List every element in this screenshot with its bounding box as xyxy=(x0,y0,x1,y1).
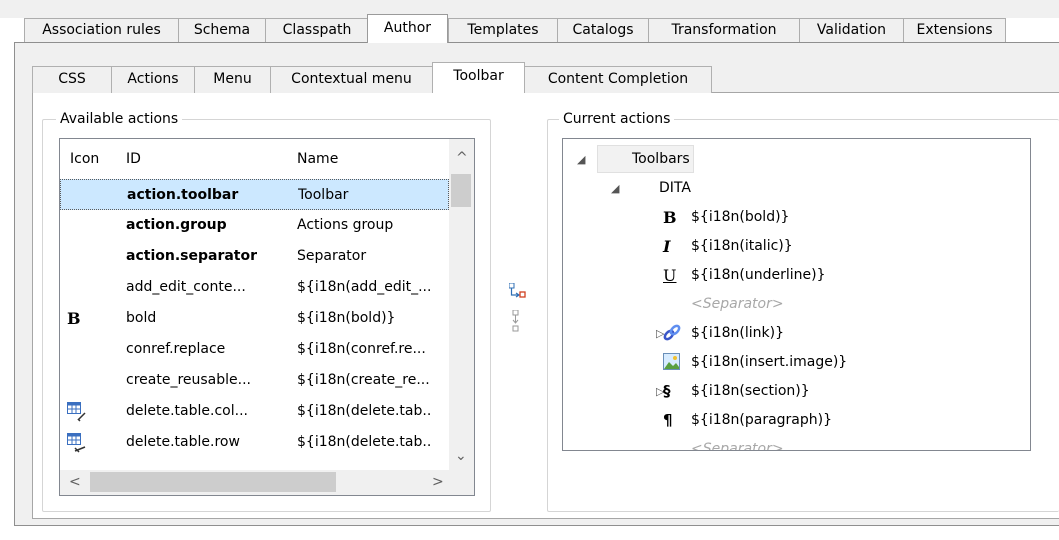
current-actions-label: Current actions xyxy=(559,110,675,128)
vertical-scrollbar[interactable]: ^ ⌄ xyxy=(449,139,474,470)
action-name-cell: ${i18n(conref.re... xyxy=(297,341,426,357)
available-actions-table[interactable]: Icon ID Name action.toolbar Toolbar action… xyxy=(59,138,475,496)
action-id-cell: create_reusable... xyxy=(126,372,251,388)
action-name-cell: ${i18n(create_re... xyxy=(297,372,430,388)
collapse-toggle-icon[interactable]: ◢ xyxy=(611,182,619,195)
action-name-cell: Separator xyxy=(297,248,367,264)
top-strip xyxy=(0,0,1059,18)
action-id-cell: action.separator xyxy=(126,248,258,264)
tab-validation[interactable]: Validation xyxy=(799,18,904,42)
tab-extensions[interactable]: Extensions xyxy=(903,18,1006,42)
tab-association-rules[interactable]: Association rules xyxy=(24,18,179,42)
tab-toolbar[interactable]: Toolbar xyxy=(432,62,525,93)
action-name-cell: ${i18n(delete.tab.. xyxy=(297,434,432,450)
underline-icon: U xyxy=(663,266,677,285)
action-id-cell: action.group xyxy=(126,217,227,233)
tree-node[interactable]: ${i18n(section)} xyxy=(691,377,810,405)
column-header-icon[interactable]: Icon xyxy=(70,139,99,179)
action-name-cell: ${i18n(bold)} xyxy=(297,310,396,326)
table-row[interactable]: create_reusable... ${i18n(create_re... xyxy=(60,365,449,396)
available-actions-label: Available actions xyxy=(56,110,183,128)
table-row[interactable]: action.group Actions group xyxy=(60,210,449,241)
scroll-up-icon[interactable]: ^ xyxy=(456,151,468,165)
horizontal-scroll-thumb[interactable] xyxy=(90,472,336,492)
column-header-id[interactable]: ID xyxy=(126,139,141,179)
add-child-icon[interactable] xyxy=(511,309,523,336)
action-id-cell: add_edit_conte... xyxy=(126,279,246,295)
tree-node[interactable]: ${i18n(italic)} xyxy=(691,232,793,260)
tree-node[interactable]: ${i18n(link)} xyxy=(691,319,784,347)
tree-node[interactable]: ${i18n(underline)} xyxy=(691,261,826,289)
action-name-cell: ${i18n(delete.tab.. xyxy=(297,403,432,419)
tab-classpath[interactable]: Classpath xyxy=(265,18,369,42)
tab-author[interactable]: Author xyxy=(367,14,448,43)
tree-node[interactable]: ${i18n(insert.image)} xyxy=(691,348,847,376)
table-row[interactable]: action.toolbar Toolbar xyxy=(60,179,449,210)
table-row[interactable]: add_edit_conte... ${i18n(add_edit_... xyxy=(60,272,449,303)
italic-icon: I xyxy=(663,237,671,256)
action-id-cell: delete.table.col... xyxy=(126,403,248,419)
action-name-cell: ${i18n(add_edit_... xyxy=(297,279,432,295)
add-to-toolbar-icon[interactable] xyxy=(508,282,527,301)
tab-contextual-menu[interactable]: Contextual menu xyxy=(270,66,433,93)
horizontal-scrollbar[interactable]: < > xyxy=(60,470,451,495)
collapse-toggle-icon[interactable]: ◢ xyxy=(577,153,585,166)
tree-node[interactable]: DITA xyxy=(659,174,691,202)
action-id-cell: conref.replace xyxy=(126,341,226,357)
tree-separator[interactable]: <Separator> xyxy=(691,290,784,318)
table-row[interactable]: action.separator Separator xyxy=(60,241,449,272)
paragraph-icon: ¶ xyxy=(663,411,673,429)
tab-transformation[interactable]: Transformation xyxy=(648,18,800,42)
scroll-down-icon[interactable]: ⌄ xyxy=(455,449,467,463)
tree-separator[interactable]: <Separator> xyxy=(691,435,784,450)
table-row[interactable]: Bbold ${i18n(bold)} xyxy=(60,303,449,334)
tab-css[interactable]: CSS xyxy=(32,66,112,93)
current-actions-tree[interactable]: ◢ Toolbars ◢ DITA B ${i18n(bold)} I ${i18n(ital… xyxy=(562,138,1031,451)
scroll-left-icon[interactable]: < xyxy=(69,475,81,489)
vertical-scroll-thumb[interactable] xyxy=(451,174,471,207)
action-name-cell: Toolbar xyxy=(298,187,349,203)
delete-column-icon xyxy=(67,402,87,426)
tab-templates[interactable]: Templates xyxy=(448,18,558,42)
table-row[interactable]: delete.table.col... ${i18n(delete.tab.. xyxy=(60,396,449,427)
action-id-cell: bold xyxy=(126,310,157,326)
section-icon: § xyxy=(663,382,671,400)
action-id-cell: action.toolbar xyxy=(127,187,239,203)
action-name-cell: Actions group xyxy=(297,217,394,233)
table-row[interactable]: conref.replace ${i18n(conref.re... xyxy=(60,334,449,365)
scroll-right-icon[interactable]: > xyxy=(432,475,444,489)
bold-icon: B xyxy=(663,208,677,227)
tab-catalogs[interactable]: Catalogs xyxy=(557,18,649,42)
tab-schema[interactable]: Schema xyxy=(178,18,266,42)
link-icon xyxy=(663,324,681,346)
scrollbar-corner xyxy=(449,470,474,495)
bold-icon: B xyxy=(67,309,81,328)
tab-menu[interactable]: Menu xyxy=(194,66,271,93)
table-row[interactable]: delete.table.row ${i18n(delete.tab.. xyxy=(60,427,449,458)
column-header-name[interactable]: Name xyxy=(297,139,338,179)
tab-actions[interactable]: Actions xyxy=(111,66,195,93)
tab-content-completion[interactable]: Content Completion xyxy=(524,66,712,93)
tree-node[interactable]: ${i18n(paragraph)} xyxy=(691,406,832,434)
tree-node[interactable]: Toolbars xyxy=(597,145,694,173)
action-id-cell: delete.table.row xyxy=(126,434,240,450)
tree-node[interactable]: ${i18n(bold)} xyxy=(691,203,789,231)
image-icon xyxy=(663,353,681,375)
delete-row-icon xyxy=(67,433,87,457)
